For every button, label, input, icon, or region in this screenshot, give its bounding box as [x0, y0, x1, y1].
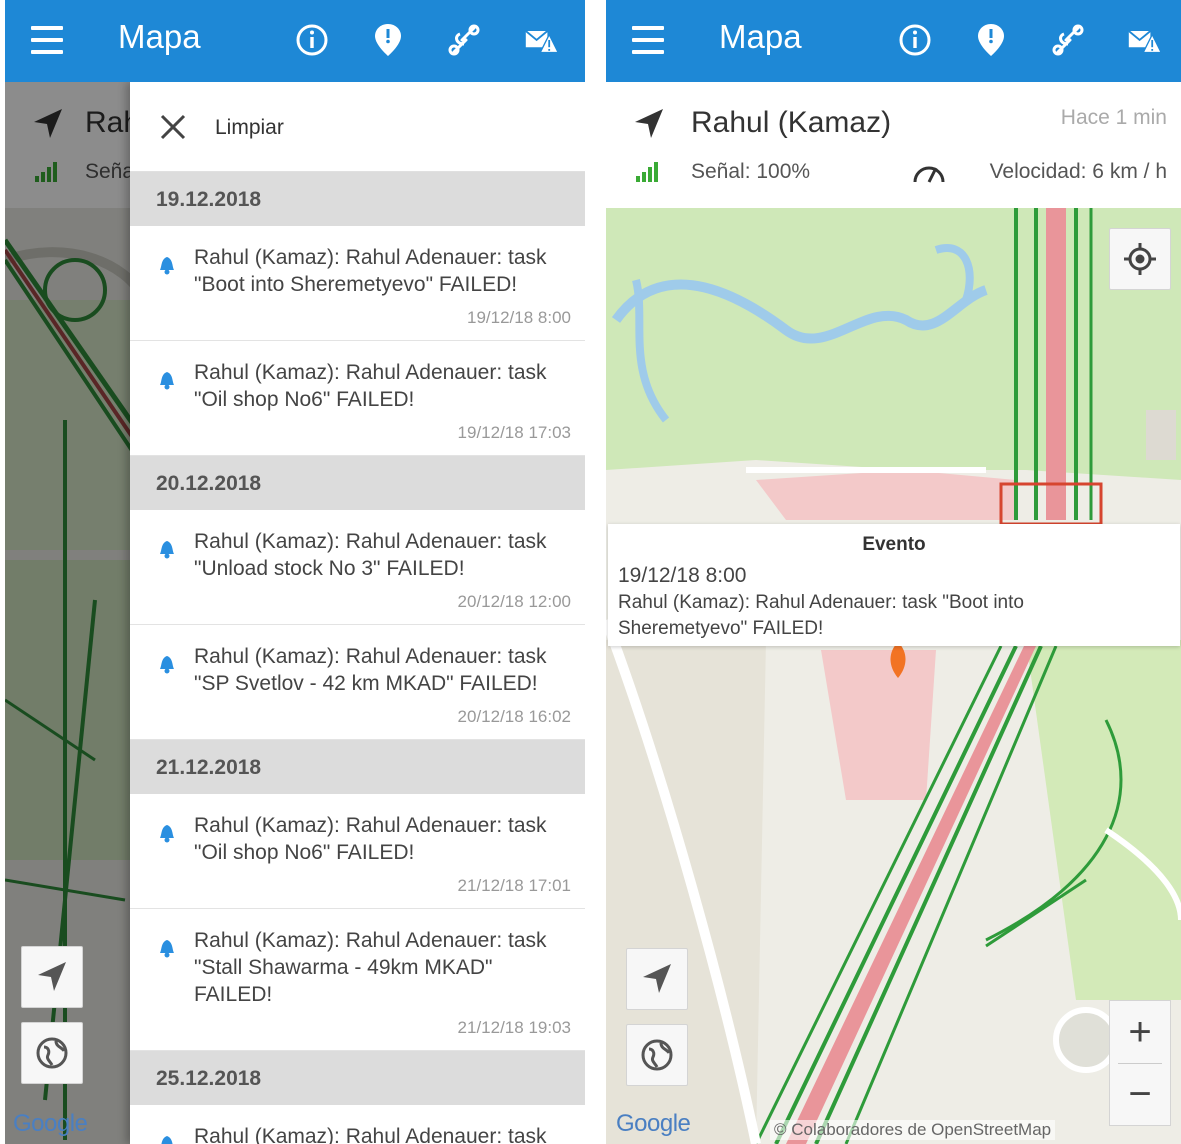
- google-logo: Google: [13, 1110, 88, 1137]
- close-icon[interactable]: [158, 112, 188, 142]
- info-icon[interactable]: [893, 18, 937, 62]
- bell-icon: [160, 257, 174, 275]
- map-layers-button[interactable]: [626, 1024, 688, 1086]
- notification-text: Rahul (Kamaz): Rahul Adenauer: task "Oil…: [194, 814, 547, 864]
- notification-text: Rahul (Kamaz): Rahul Adenauer: task "SP …: [194, 645, 547, 695]
- notification-item[interactable]: Rahul (Kamaz): Rahul Adenauer: task "Sta…: [130, 909, 585, 1051]
- notification-group: 19.12.2018 Rahul (Kamaz): Rahul Adenauer…: [130, 172, 585, 456]
- app-title: Mapa: [118, 18, 201, 55]
- event-popup[interactable]: Evento 19/12/18 8:00 Rahul (Kamaz): Rahu…: [608, 524, 1180, 646]
- date-header: 25.12.2018: [130, 1051, 585, 1105]
- event-title: Evento: [862, 534, 926, 555]
- pin-alert-icon[interactable]: [366, 18, 410, 62]
- notification-time: 20/12/18 16:02: [457, 707, 571, 726]
- crosshair-icon: [1124, 243, 1156, 275]
- notification-text: Rahul (Kamaz): Rahul Adenauer: task "Oil…: [194, 361, 547, 411]
- my-location-button[interactable]: [626, 948, 688, 1010]
- event-message: Rahul (Kamaz): Rahul Adenauer: task "Boo…: [618, 592, 1024, 639]
- notification-group: 21.12.2018 Rahul (Kamaz): Rahul Adenauer…: [130, 740, 585, 1051]
- map-attribution[interactable]: © Colaboradores de OpenStreetMap: [770, 1120, 1056, 1140]
- notification-group: 25.12.2018 Rahul (Kamaz): Rahul Adenauer…: [130, 1051, 585, 1144]
- route-icon[interactable]: [442, 18, 486, 62]
- vehicle-name: Rahul (Kamaz): [691, 106, 892, 139]
- bell-icon: [161, 1136, 173, 1144]
- notification-item[interactable]: Rahul (Kamaz): Rahul Adenauer: task: [130, 1105, 585, 1144]
- bell-icon: [160, 656, 174, 674]
- last-update-time: Hace 1 min: [1060, 106, 1167, 129]
- bell-icon: [160, 372, 174, 390]
- vehicle-header[interactable]: Rahul (Kamaz) Hace 1 min Señal: 100% Vel…: [606, 82, 1181, 208]
- signal-label: Señal: 100%: [691, 160, 811, 183]
- speedometer-icon: [913, 166, 945, 183]
- info-icon[interactable]: [290, 18, 334, 62]
- notification-text: Rahul (Kamaz): Rahul Adenauer: task "Unl…: [194, 530, 547, 580]
- notification-time: 21/12/18 17:01: [457, 876, 571, 895]
- clear-button[interactable]: Limpiar: [215, 116, 284, 140]
- notification-item[interactable]: Rahul (Kamaz): Rahul Adenauer: task "Oil…: [130, 341, 585, 456]
- my-location-button[interactable]: [21, 946, 83, 1008]
- notification-text: Rahul (Kamaz): Rahul Adenauer: task "Boo…: [194, 246, 547, 296]
- zoom-in-button[interactable]: +: [1110, 1001, 1170, 1063]
- notification-item[interactable]: Rahul (Kamaz): Rahul Adenauer: task "Oil…: [130, 794, 585, 909]
- notification-text: Rahul (Kamaz): Rahul Adenauer: task "Sta…: [194, 929, 547, 1006]
- notification-group: 20.12.2018 Rahul (Kamaz): Rahul Adenauer…: [130, 456, 585, 740]
- signal-icon: [636, 162, 658, 182]
- menu-icon[interactable]: [628, 22, 668, 58]
- phone-screen-map: Mapa Rahul (Kamaz) Hace 1 min Señal: 100…: [606, 0, 1181, 1144]
- bell-icon: [160, 541, 174, 559]
- mail-alert-icon[interactable]: [520, 18, 564, 62]
- bell-icon: [160, 825, 174, 843]
- bell-icon: [160, 940, 174, 958]
- date-header: 21.12.2018: [130, 740, 585, 794]
- globe-icon: [36, 1037, 68, 1069]
- speed-label: Velocidad: 6 km / h: [989, 160, 1167, 183]
- notification-item[interactable]: Rahul (Kamaz): Rahul Adenauer: task "Boo…: [130, 226, 585, 341]
- route-icon[interactable]: [1046, 18, 1090, 62]
- date-header: 19.12.2018: [130, 172, 585, 226]
- center-location-button[interactable]: [1109, 228, 1171, 290]
- zoom-out-button[interactable]: −: [1110, 1063, 1170, 1125]
- mail-alert-icon[interactable]: [1123, 18, 1167, 62]
- notification-item[interactable]: Rahul (Kamaz): Rahul Adenauer: task "SP …: [130, 625, 585, 740]
- notification-time: 19/12/18 17:03: [457, 423, 571, 442]
- notification-text: Rahul (Kamaz): Rahul Adenauer: task: [194, 1125, 547, 1144]
- map-layers-button[interactable]: [21, 1022, 83, 1084]
- app-bar: Mapa: [606, 0, 1181, 82]
- notification-item[interactable]: Rahul (Kamaz): Rahul Adenauer: task "Unl…: [130, 510, 585, 625]
- zoom-controls: + −: [1109, 1000, 1171, 1126]
- date-header: 20.12.2018: [130, 456, 585, 510]
- app-bar: Mapa: [5, 0, 585, 82]
- notification-time: 20/12/18 12:00: [457, 592, 571, 611]
- app-title: Mapa: [719, 18, 802, 55]
- globe-icon: [641, 1039, 673, 1071]
- notification-time: 19/12/18 8:00: [467, 308, 571, 327]
- pin-alert-icon[interactable]: [969, 18, 1013, 62]
- navigation-arrow-icon: [643, 964, 671, 993]
- notification-time: 21/12/18 19:03: [457, 1018, 571, 1037]
- navigation-arrow-icon: [38, 962, 66, 991]
- drawer-header: Limpiar: [130, 82, 585, 172]
- navigation-arrow-icon: [635, 109, 663, 138]
- phone-screen-notifications: Mapa Rah Seña Google Limpiar 19.12.2018 …: [5, 0, 585, 1144]
- menu-icon[interactable]: [27, 22, 67, 58]
- notifications-drawer: Limpiar 19.12.2018 Rahul (Kamaz): Rahul …: [130, 82, 585, 1144]
- google-logo: Google: [616, 1110, 691, 1137]
- event-time: 19/12/18 8:00: [618, 564, 747, 587]
